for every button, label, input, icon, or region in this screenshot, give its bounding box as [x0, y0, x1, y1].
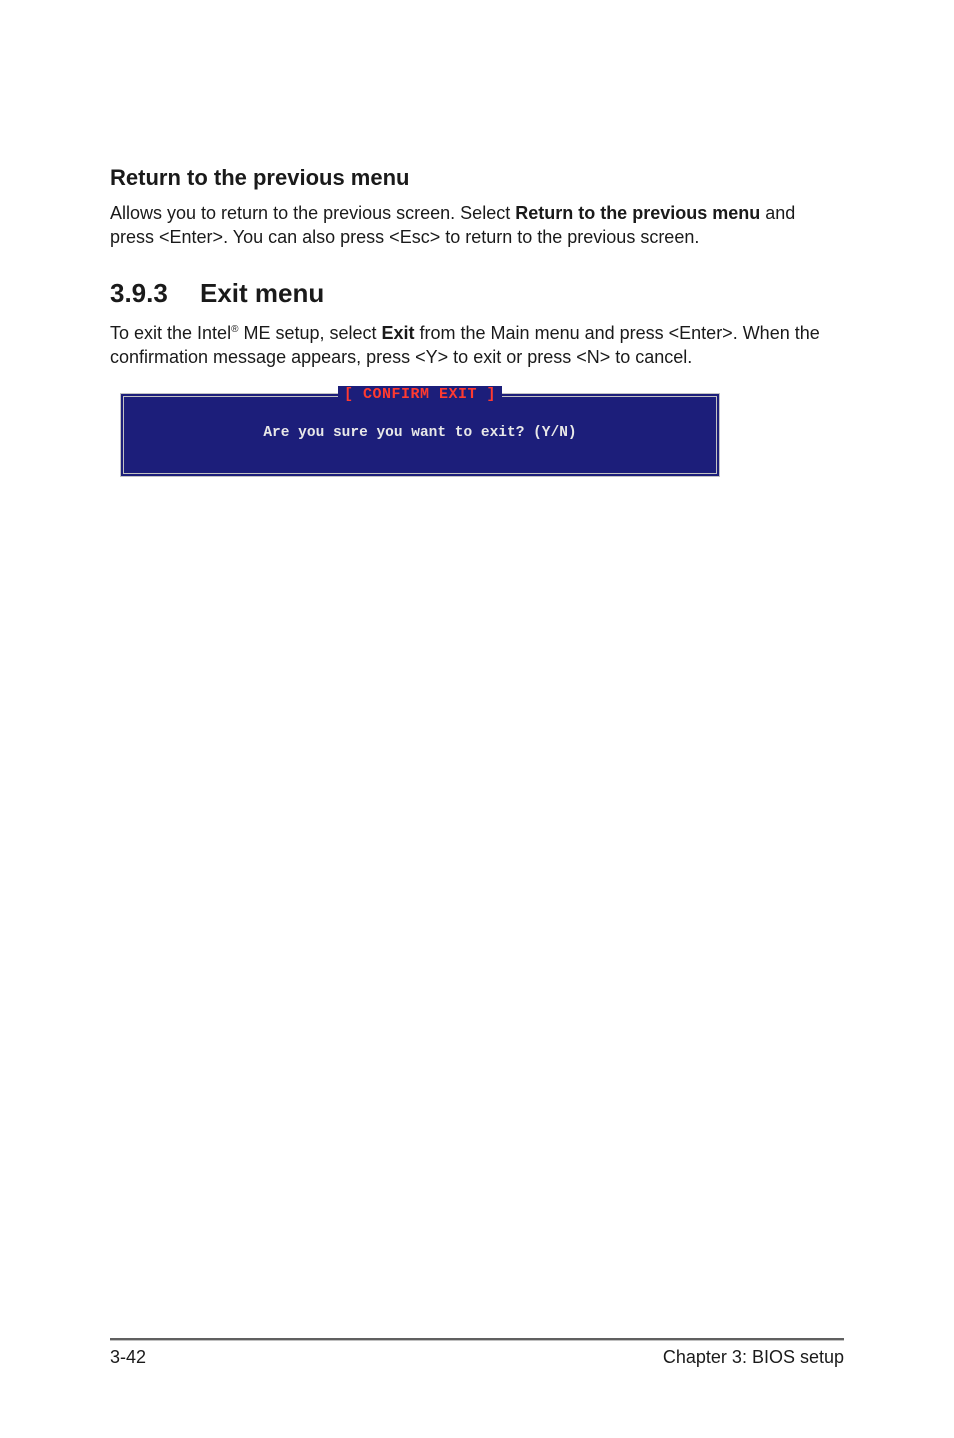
dialog-title: [ CONFIRM EXIT ] [338, 386, 502, 403]
chapter-label: Chapter 3: BIOS setup [663, 1347, 844, 1368]
document-page: Return to the previous menu Allows you t… [0, 0, 954, 1438]
confirm-exit-dialog: [ CONFIRM EXIT ] Are you sure you want t… [120, 393, 720, 477]
bios-dialog-screenshot: [ CONFIRM EXIT ] Are you sure you want t… [120, 393, 720, 477]
paragraph-exit-menu: To exit the Intel® ME setup, select Exit… [110, 321, 844, 370]
bold-text: Exit [382, 323, 415, 343]
dialog-message: Are you sure you want to exit? (Y/N) [134, 425, 706, 441]
section-number: 3.9.3 [110, 278, 200, 309]
bold-text: Return to the previous menu [515, 203, 760, 223]
page-footer: 3-42 Chapter 3: BIOS setup [110, 1338, 844, 1368]
paragraph-return-menu: Allows you to return to the previous scr… [110, 201, 844, 250]
text-fragment: ME setup, select [238, 323, 381, 343]
subsection-heading: Return to the previous menu [110, 165, 844, 191]
footer-line: 3-42 Chapter 3: BIOS setup [110, 1347, 844, 1368]
section-heading: 3.9.3 Exit menu [110, 278, 844, 309]
section-title: Exit menu [200, 278, 324, 309]
text-fragment: Allows you to return to the previous scr… [110, 203, 515, 223]
dialog-title-wrap: [ CONFIRM EXIT ] [124, 385, 716, 403]
footer-divider [110, 1338, 844, 1341]
text-fragment: To exit the Intel [110, 323, 231, 343]
page-number: 3-42 [110, 1347, 146, 1368]
